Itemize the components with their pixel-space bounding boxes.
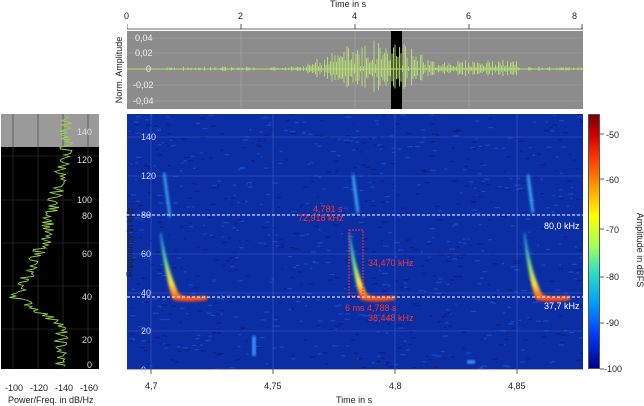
spectrogram-xlabel: Time in s [336, 395, 373, 405]
spectrogram-xtick: 4,7 [145, 381, 158, 391]
spectrum-ytick: 80 [82, 211, 93, 221]
waveform-ylabel: Norm. Amplitude [114, 36, 124, 104]
spectrogram-ytick: 140 [141, 132, 157, 142]
spectrogram-xtick: 4,8 [389, 381, 402, 391]
colorbar-axis [600, 133, 604, 370]
colorbar-tick: -50 [606, 130, 620, 140]
spectrum-xtick: -160 [80, 383, 99, 393]
waveform-top-tick: 4 [352, 11, 358, 21]
colorbar-label: Amplitude in dBFS [635, 212, 644, 288]
colorbar-tick: -100 [604, 364, 623, 374]
spectrum-ytick: 100 [77, 195, 93, 205]
waveform-top-tick: 0 [124, 11, 130, 21]
spectrogram-ylabel: Frequency in kHz [125, 206, 135, 278]
spectrogram-xtick: 4,85 [508, 381, 526, 391]
spectrum-xlabel: Power/Freq. in dB/Hz [8, 395, 94, 405]
waveform-ytick: 0,02 [135, 48, 153, 58]
spectrogram-xtick: 4,75 [264, 381, 282, 391]
spectrogram-ytick: 20 [141, 326, 152, 336]
line-label-lower: 37,7 kHz [544, 301, 580, 311]
waveform-plot [127, 31, 583, 109]
annotation-top-freq: 72,918 kHz [298, 213, 344, 223]
colorbar-tick: -90 [606, 318, 620, 328]
spectrogram-ytick: 80 [141, 210, 152, 220]
spectrum-ytick: 20 [82, 335, 93, 345]
annotation-mid-freq: 34,470 kHz [368, 258, 414, 268]
annotation-bottom: 6 ms 4,788 s [345, 303, 397, 313]
spectrogram-ytick: 60 [141, 249, 152, 259]
spectrum-ytick: 60 [82, 249, 93, 259]
spectrum-ytick: 40 [82, 292, 93, 302]
spectrogram-ytick: 120 [141, 171, 157, 181]
spectrogram-ytick: 40 [141, 288, 152, 298]
spectrum-ytick: 140 [77, 127, 93, 137]
spectrum-xtick: -100 [5, 383, 24, 393]
waveform-ytick: 0,04 [135, 33, 153, 43]
colorbar-tick: -70 [606, 225, 620, 235]
spectrum-xtick: -140 [55, 383, 74, 393]
waveform-top-tick: 6 [466, 11, 472, 21]
waveform-panel[interactable] [127, 31, 583, 109]
line-label-upper: 80,0 kHz [544, 221, 580, 231]
waveform-top-axis-title: Time in s [330, 0, 367, 9]
spectrum-ytick: 120 [77, 155, 93, 165]
colorbar-tick: -80 [606, 272, 620, 282]
waveform-top-tick: 8 [572, 11, 578, 21]
colorbar [588, 114, 600, 369]
waveform-ytick: -0,04 [133, 96, 154, 106]
spectrogram-plot [127, 114, 583, 369]
spectrum-ytick: 0 [87, 360, 93, 370]
colorbar-tick: -60 [606, 175, 620, 185]
waveform-top-axis [127, 24, 583, 30]
spectrogram-panel[interactable] [127, 114, 583, 369]
waveform-top-tick: 2 [238, 11, 244, 21]
spectrum-xtick: -120 [30, 383, 49, 393]
waveform-ytick: -0,02 [133, 80, 154, 90]
annotation-bottom-freq: 38,448 kHz [368, 313, 414, 323]
spectrogram-x-axis [127, 369, 583, 374]
